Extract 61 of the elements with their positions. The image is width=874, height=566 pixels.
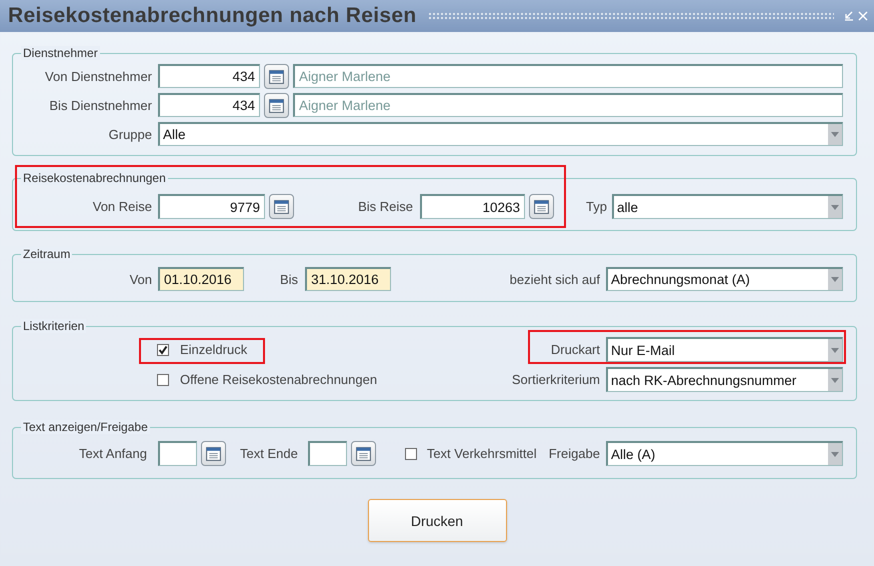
- field-label: Bis Dienstnehmer: [48, 98, 152, 112]
- group-title: Reisekostenabrechnungen: [21, 171, 168, 185]
- field-label: Von Reise: [92, 199, 152, 214]
- dropdown[interactable]: Nur E-Mail: [606, 337, 843, 362]
- input-field[interactable]: [158, 441, 197, 466]
- input-field[interactable]: 434: [158, 64, 260, 88]
- group-title: Listkriterien: [21, 319, 86, 333]
- field-label: Text Anfang: [78, 446, 147, 461]
- input-field[interactable]: 434: [158, 93, 260, 117]
- field-label: Gruppe: [108, 126, 152, 142]
- dropdown-arrow-icon: [831, 204, 839, 210]
- dropdown[interactable]: nach RK-Abrechnungsnummer: [606, 367, 843, 392]
- minimize-icon[interactable]: [844, 11, 854, 21]
- checkbox[interactable]: [157, 374, 169, 386]
- field-label: bezieht sich auf: [510, 272, 600, 286]
- field-label: Freigabe: [548, 446, 600, 461]
- calendar-button[interactable]: [269, 194, 294, 219]
- calendar-icon: [533, 198, 550, 215]
- field-label: Von: [128, 272, 152, 286]
- field-label: Von Dienstnehmer: [44, 68, 152, 84]
- date-field[interactable]: 01.10.2016: [158, 267, 244, 291]
- group-title: Zeitraum: [21, 247, 72, 261]
- dropdown-arrow-icon: [831, 277, 839, 282]
- field-label: Sortierkriterium: [512, 372, 600, 387]
- print-button[interactable]: Drucken: [368, 499, 506, 542]
- calendar-icon: [354, 445, 372, 462]
- field-label: Bis: [280, 272, 298, 286]
- checkbox-label[interactable]: Offene Reisekostenabrechnungen: [180, 372, 378, 387]
- calendar-button[interactable]: [350, 441, 376, 466]
- calendar-button[interactable]: [201, 441, 226, 466]
- calendar-icon: [268, 68, 285, 84]
- checkbox[interactable]: [404, 448, 417, 460]
- date-field[interactable]: 31.10.2016: [305, 267, 392, 291]
- field-label: Text Ende: [240, 446, 298, 461]
- calendar-icon: [273, 198, 290, 215]
- checkbox-label[interactable]: Einzeldruck: [180, 342, 248, 357]
- calendar-button[interactable]: [264, 64, 289, 88]
- dropdown[interactable]: alle: [612, 194, 843, 219]
- checkbox-label[interactable]: Text Verkehrsmittel: [426, 446, 537, 461]
- calendar-button[interactable]: [264, 92, 289, 118]
- dropdown-arrow-icon: [831, 132, 839, 137]
- window-title: Reisekostenabrechnungen nach Reisen: [8, 4, 416, 28]
- close-icon[interactable]: [858, 11, 868, 21]
- calendar-icon: [205, 445, 222, 462]
- dropdown[interactable]: Abrechnungsmonat (A): [606, 267, 843, 291]
- input-field[interactable]: 10263: [420, 194, 525, 219]
- dropdown-arrow-icon: [831, 348, 839, 352]
- input-field[interactable]: [308, 441, 347, 466]
- group-title: Dienstnehmer: [21, 46, 100, 60]
- input-field[interactable]: 9779: [158, 194, 265, 219]
- calendar-button[interactable]: [529, 194, 554, 219]
- calendar-icon: [268, 96, 285, 114]
- dropdown[interactable]: Alle (A): [606, 441, 843, 466]
- field-label: Bis Reise: [357, 199, 413, 214]
- checkbox[interactable]: [157, 344, 169, 356]
- dropdown-arrow-icon: [831, 452, 839, 456]
- dropdown[interactable]: Alle: [158, 122, 843, 146]
- dropdown-arrow-icon: [831, 378, 839, 382]
- group-title: Text anzeigen/Freigabe: [21, 420, 150, 434]
- field-label: Typ: [586, 199, 607, 214]
- field-label: Druckart: [550, 342, 600, 357]
